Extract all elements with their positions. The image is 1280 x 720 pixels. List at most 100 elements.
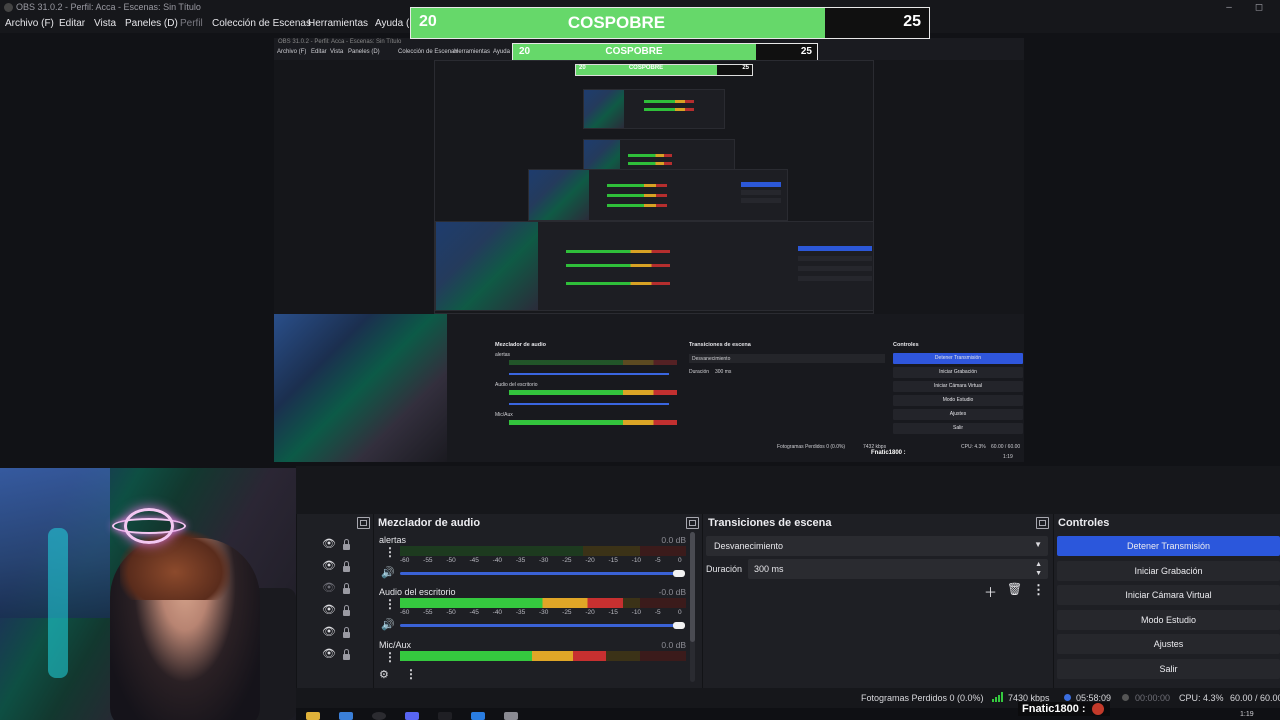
discord-icon[interactable] — [405, 712, 419, 720]
viewer-username: Fnatic1800 : — [1022, 703, 1086, 715]
spin-arrows-icon[interactable]: ▲ ▼ — [1035, 560, 1042, 578]
volume-knob-alertas[interactable] — [673, 570, 685, 577]
meter-alertas — [400, 546, 686, 556]
lock-icon[interactable] — [343, 649, 350, 660]
sources-undock-icon[interactable] — [357, 517, 370, 529]
menu-ayuda[interactable]: Ayuda (H) — [375, 18, 409, 29]
meter-tick-label: -25 — [562, 609, 572, 616]
menu-editar[interactable]: Editar — [59, 18, 85, 29]
preview-mini-ui: Mezclador de audio Transiciones de escen… — [447, 314, 1024, 462]
menu-paneles[interactable]: Paneles (D) — [125, 18, 178, 29]
preview-btn-virtual-cam: Iniciar Cámara Virtual — [893, 381, 1023, 392]
preview-vol-desktop — [509, 403, 669, 405]
meter-tick-label: 0 — [678, 609, 682, 616]
meter-fill-mic — [400, 651, 606, 661]
lock-icon[interactable] — [343, 539, 350, 550]
minimize-button[interactable]: – — [1214, 0, 1244, 15]
eye-icon[interactable]: 👁 — [322, 625, 336, 638]
store-icon[interactable] — [339, 712, 353, 720]
start-virtual-camera-button[interactable]: Iniciar Cámara Virtual — [1057, 585, 1280, 605]
controls-title: Controles — [1058, 517, 1110, 529]
duration-spinbox[interactable]: 300 ms ▲ ▼ — [748, 559, 1048, 579]
recursive-button — [798, 266, 872, 271]
meter-tick-label: -20 — [585, 557, 595, 564]
webcam-neon-light — [48, 528, 68, 678]
recursive-meter — [607, 204, 667, 207]
system-clock: 1:19 — [1240, 711, 1254, 718]
meter-tick-label: -30 — [539, 609, 549, 616]
preview-meter-mic — [509, 420, 677, 425]
stop-stream-button[interactable]: Detener Transmisión — [1057, 536, 1280, 556]
preview-clock: 1:19 — [1003, 454, 1013, 460]
browser-icon[interactable] — [471, 712, 485, 720]
audio-mixer-title: Mezclador de audio — [378, 517, 481, 529]
eye-icon[interactable]: 👁 — [322, 559, 336, 572]
menu-vista[interactable]: Vista — [94, 18, 116, 29]
maximize-button[interactable]: ◻ — [1244, 0, 1274, 15]
channel-name-desktop: Audio del escritorio — [379, 587, 456, 597]
preview-menu-vista: Vista — [330, 49, 344, 55]
preview-mixer-title: Mezclador de audio — [495, 342, 547, 348]
audio-mixer-undock-icon[interactable] — [686, 517, 699, 529]
folder-icon[interactable] — [306, 712, 320, 720]
recursive-meter — [566, 264, 670, 267]
channel-menu-alertas[interactable]: ⋮ — [384, 545, 396, 559]
app-icon[interactable] — [504, 712, 518, 720]
menu-perfil[interactable]: Perfil — [180, 18, 203, 29]
obs-logo-icon — [4, 3, 13, 12]
transitions-undock-icon[interactable] — [1036, 517, 1049, 529]
record-indicator-icon — [1122, 694, 1129, 701]
window-title: OBS 31.0.2 - Perfil: Acca - Escenas: Sin… — [16, 2, 201, 12]
preview-channel-desktop: Audio del escritorio — [495, 382, 538, 388]
mixer-scrollbar-thumb[interactable] — [690, 532, 695, 642]
add-transition-button[interactable]: ＋ — [984, 582, 997, 601]
scoreboard-team-name: COSPOBRE — [567, 13, 666, 32]
channel-menu-desktop[interactable]: ⋮ — [384, 597, 396, 611]
obs-taskbar-icon[interactable] — [372, 712, 386, 720]
transition-properties-menu[interactable]: ⋮ — [1032, 582, 1045, 598]
volume-knob-desktop[interactable] — [673, 622, 685, 629]
meter-tick-label: -30 — [539, 557, 549, 564]
eye-hidden-icon[interactable]: 👁 — [322, 581, 336, 594]
meter-tick-label: -45 — [469, 609, 479, 616]
speaker-icon[interactable]: 🔊 — [381, 618, 395, 631]
mixer-menu[interactable]: ⋮ — [405, 667, 417, 681]
settings-button[interactable]: Ajustes — [1057, 634, 1280, 654]
menu-herramientas[interactable]: Herramientas — [308, 18, 368, 29]
recursive-meter — [644, 108, 694, 111]
scoreboard-right-score: 25 — [903, 13, 921, 30]
signal-bars-icon — [992, 692, 1003, 702]
meter-tick-label: -15 — [608, 557, 618, 564]
start-recording-button[interactable]: Iniciar Grabación — [1057, 561, 1280, 581]
recursive-meter — [607, 184, 667, 187]
studio-mode-button[interactable]: Modo Estudio — [1057, 610, 1280, 630]
transition-select[interactable]: Desvanecimiento ▼ — [706, 536, 1048, 556]
preview-user-badge: Fnatic1800 : — [871, 450, 906, 456]
recursive-level-1 — [435, 221, 873, 311]
lock-icon[interactable] — [343, 627, 350, 638]
menu-coleccion-escenas[interactable]: Colección de Escenas — [212, 18, 311, 29]
lock-icon[interactable] — [343, 561, 350, 572]
mixer-advanced-gear-icon[interactable]: ⚙ — [379, 668, 389, 681]
trash-icon[interactable]: 🗑 — [1007, 582, 1022, 596]
eye-icon[interactable]: 👁 — [322, 603, 336, 616]
recursive-cam-2 — [529, 170, 589, 220]
channel-menu-mic[interactable]: ⋮ — [384, 650, 396, 664]
preview-transition-value: Desvanecimiento — [692, 356, 731, 362]
preview-btn-exit: Salir — [893, 423, 1023, 434]
record-time: 00:00:00 — [1135, 693, 1171, 703]
lock-icon[interactable] — [343, 583, 350, 594]
recursive-button-primary — [741, 182, 781, 187]
meter-desktop — [400, 598, 686, 608]
preview-vol-alertas — [509, 373, 669, 375]
lock-icon[interactable] — [343, 605, 350, 616]
app-icon[interactable] — [438, 712, 452, 720]
dock-area-spacer — [296, 466, 1280, 514]
menu-archivo[interactable]: Archivo (F) — [5, 18, 54, 29]
speaker-icon[interactable]: 🔊 — [381, 566, 395, 579]
volume-slider-alertas[interactable] — [400, 572, 684, 575]
exit-button[interactable]: Salir — [1057, 659, 1280, 679]
eye-icon[interactable]: 👁 — [322, 647, 336, 660]
eye-icon[interactable]: 👁 — [322, 537, 336, 550]
volume-slider-desktop[interactable] — [400, 624, 684, 627]
